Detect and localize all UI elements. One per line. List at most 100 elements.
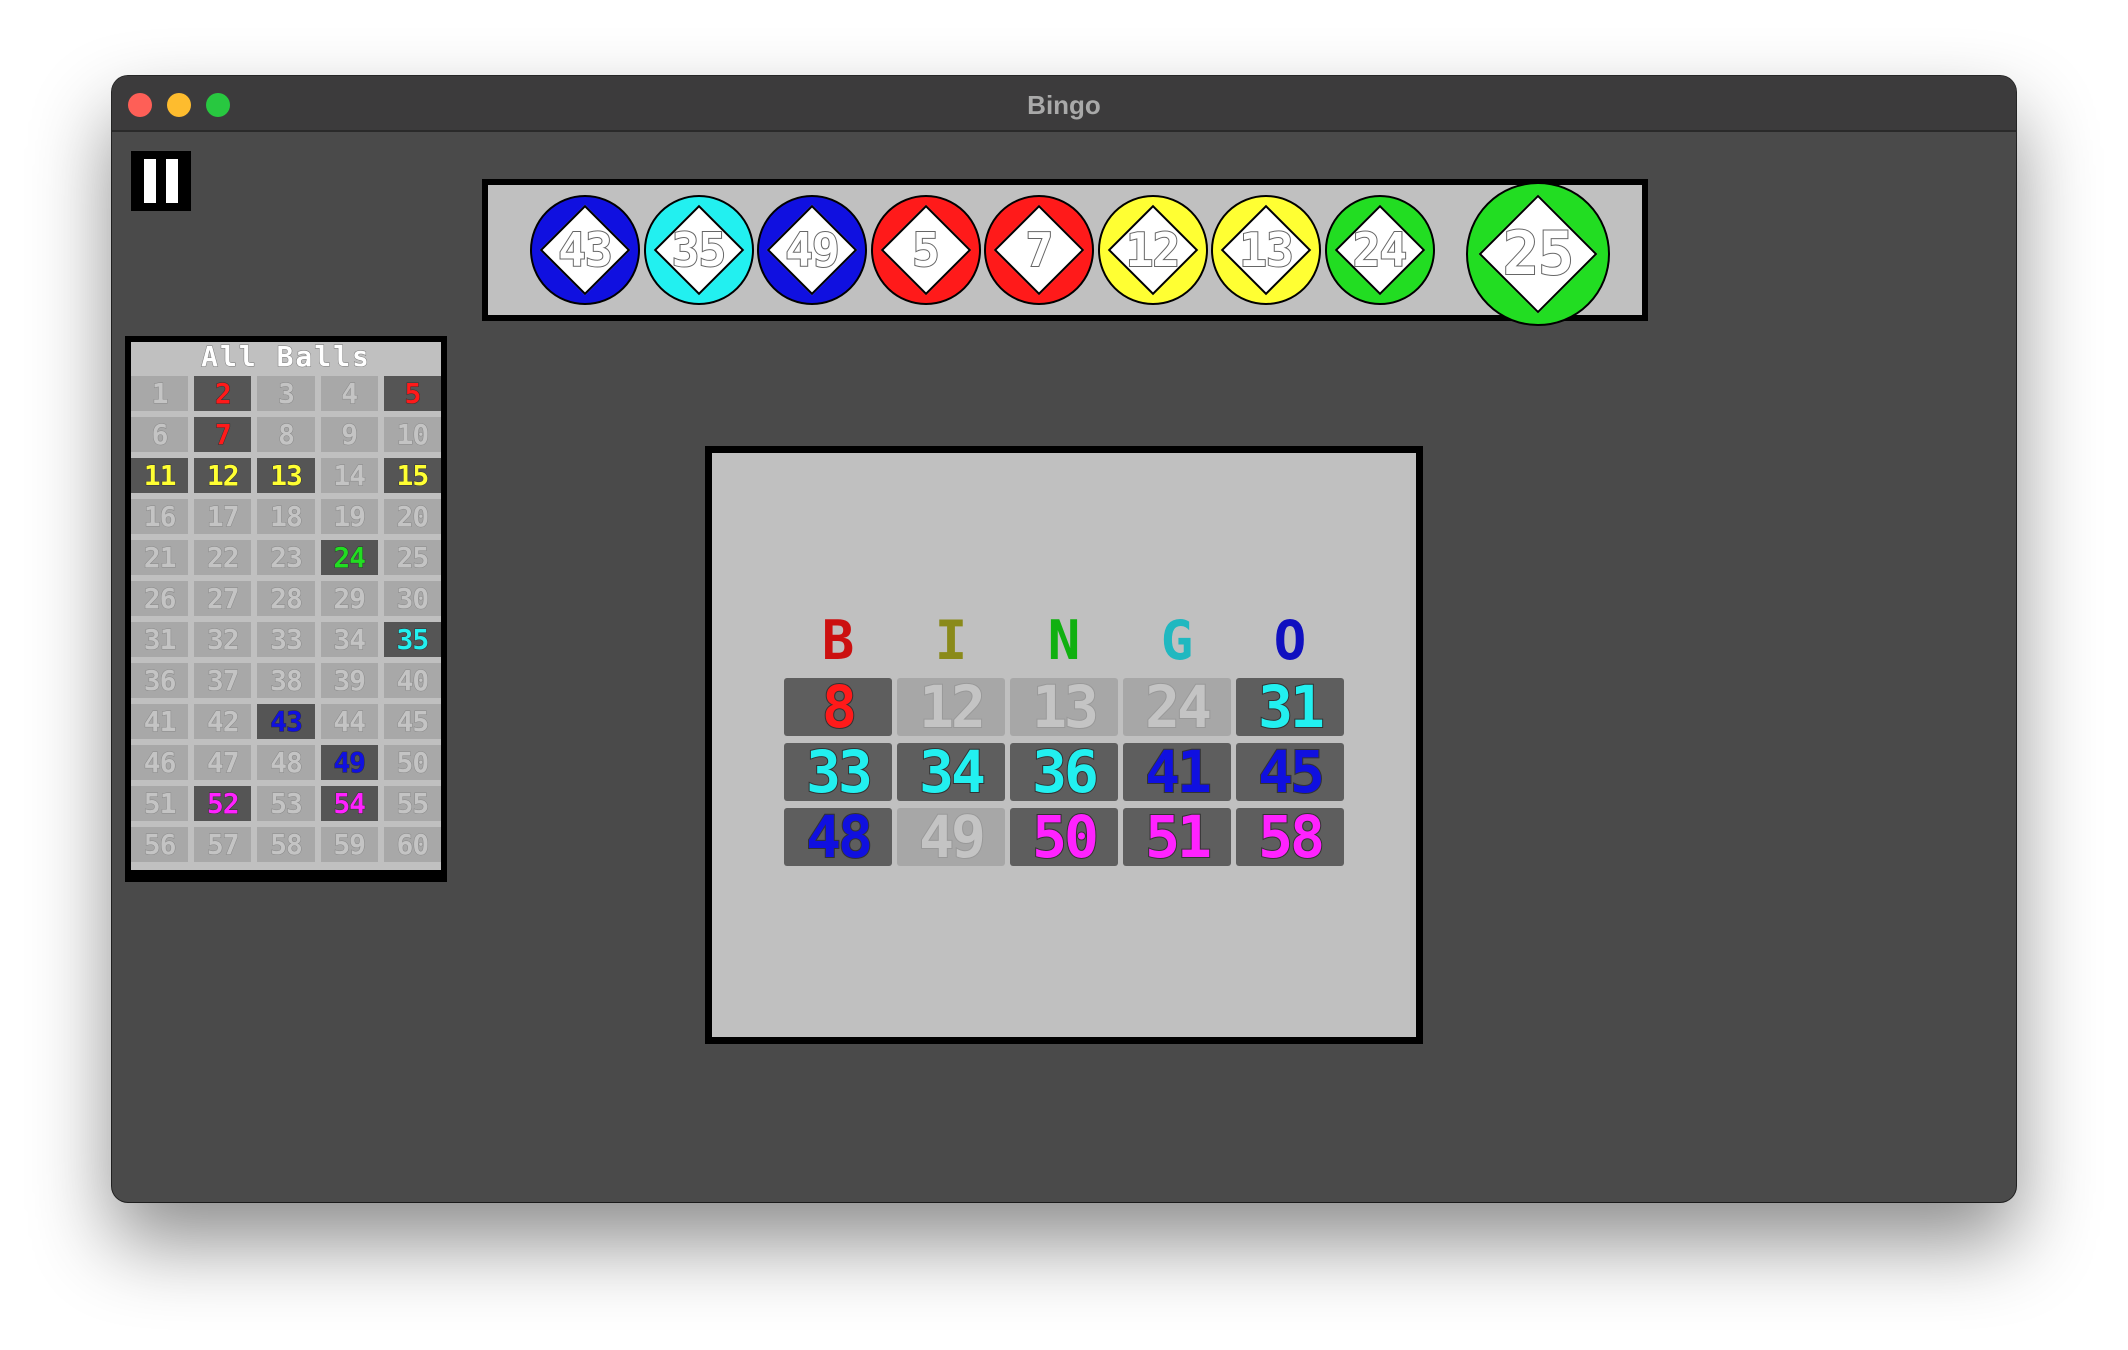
recent-ball: 7 [984, 195, 1094, 305]
card-cell[interactable]: 33 [784, 737, 892, 807]
all-balls-cell: 49 [320, 745, 378, 780]
game-area: 43 35 49 5 7 12 13 24 25 All Balls 1 2 3 4 5 6 7 8 9 10 11… [112, 134, 2016, 1202]
bingo-card-grid: 8 12 13 24 31 33 34 36 41 45 48 49 50 51 58 [784, 672, 1346, 872]
card-cell[interactable]: 45 [1236, 737, 1344, 807]
all-balls-cell: 55 [383, 786, 441, 821]
all-balls-cell: 14 [320, 458, 378, 493]
all-balls-cell: 9 [320, 417, 378, 452]
bingo-card: BINGO 8 12 13 24 31 33 34 36 41 45 48 49 50 51 58 [705, 446, 1423, 1044]
card-cell[interactable]: 51 [1123, 802, 1231, 872]
recent-balls-tray: 43 35 49 5 7 12 13 24 25 [482, 179, 1648, 326]
window-title: Bingo [1027, 90, 1101, 120]
card-cell[interactable]: 8 [784, 672, 892, 742]
all-balls-cell: 59 [320, 827, 378, 862]
all-balls-cell: 15 [383, 458, 441, 493]
recent-ball: 13 [1211, 195, 1321, 305]
all-balls-cell: 35 [383, 622, 441, 657]
all-balls-cell: 11 [131, 458, 189, 493]
all-balls-cell: 4 [320, 376, 378, 411]
card-cell[interactable]: 24 [1123, 672, 1231, 742]
all-balls-cell: 54 [320, 786, 378, 821]
all-balls-cell: 23 [257, 540, 315, 575]
bingo-header: BINGO [784, 613, 1346, 669]
all-balls-cell: 22 [194, 540, 252, 575]
card-cell[interactable]: 48 [784, 802, 892, 872]
all-balls-cell: 12 [194, 458, 252, 493]
all-balls-cell: 41 [131, 704, 189, 739]
card-cell[interactable]: 31 [1236, 672, 1344, 742]
card-cell[interactable]: 12 [897, 672, 1005, 742]
card-cell[interactable]: 49 [897, 802, 1005, 872]
recent-ball: 5 [870, 195, 981, 305]
all-balls-cell: 40 [383, 663, 441, 698]
all-balls-cell: 56 [131, 827, 189, 862]
all-balls-cell: 32 [194, 622, 252, 657]
header-letter-n: N [1047, 609, 1081, 672]
pause-button[interactable] [131, 151, 191, 211]
all-balls-cell: 52 [194, 786, 252, 821]
all-balls-cell: 1 [131, 376, 189, 411]
ball-number: 5 [911, 222, 941, 278]
all-balls-cell: 20 [383, 499, 441, 534]
all-balls-cell: 25 [383, 540, 441, 575]
ball-number: 35 [671, 222, 727, 278]
all-balls-cell: 13 [257, 458, 315, 493]
all-balls-cell: 33 [257, 622, 315, 657]
all-balls-cell: 58 [257, 827, 315, 862]
all-balls-cell: 36 [131, 663, 189, 698]
all-balls-cell: 48 [257, 745, 315, 780]
all-balls-cell: 39 [320, 663, 378, 698]
header-letter-o: O [1273, 609, 1307, 672]
ball-number: 25 [1502, 218, 1575, 290]
all-balls-cell: 47 [194, 745, 252, 780]
all-balls-cell: 6 [131, 417, 189, 452]
all-balls-cell: 5 [383, 376, 441, 411]
all-balls-cell: 30 [383, 581, 441, 616]
all-balls-cell: 45 [383, 704, 441, 739]
all-balls-cell: 34 [320, 622, 378, 657]
ball-number: 24 [1352, 222, 1408, 278]
all-balls-cell: 3 [257, 376, 315, 411]
all-balls-cell: 10 [383, 417, 441, 452]
card-cell[interactable]: 50 [1010, 802, 1118, 872]
current-ball: 25 [1466, 182, 1610, 326]
header-letter-i: I [934, 609, 968, 672]
all-balls-cell: 8 [257, 417, 315, 452]
card-cell[interactable]: 36 [1010, 737, 1118, 807]
all-balls-cell: 28 [257, 581, 315, 616]
all-balls-cell: 21 [131, 540, 189, 575]
all-balls-cell: 51 [131, 786, 189, 821]
card-cell[interactable]: 13 [1010, 672, 1118, 742]
all-balls-cell: 38 [257, 663, 315, 698]
all-balls-cell: 42 [194, 704, 252, 739]
ball-number: 49 [784, 222, 840, 278]
all-balls-panel: All Balls 1 2 3 4 5 6 7 8 9 10 11 12 13 14 15 16 17 18 19 2… [125, 336, 447, 882]
all-balls-cell: 24 [320, 540, 378, 575]
card-cell[interactable]: 34 [897, 737, 1005, 807]
all-balls-cell: 18 [257, 499, 315, 534]
all-balls-cell: 37 [194, 663, 252, 698]
all-balls-cell: 2 [194, 376, 252, 411]
all-balls-cell: 27 [194, 581, 252, 616]
recent-ball: 49 [757, 195, 867, 305]
header-letter-b: B [821, 609, 855, 672]
all-balls-cell: 19 [320, 499, 378, 534]
recent-ball: 12 [1097, 195, 1208, 305]
ball-number: 7 [1025, 222, 1055, 278]
all-balls-cell: 29 [320, 581, 378, 616]
all-balls-cell: 31 [131, 622, 189, 657]
all-balls-cell: 53 [257, 786, 315, 821]
header-letter-g: G [1160, 609, 1194, 672]
all-balls-cell: 50 [383, 745, 441, 780]
card-cell[interactable]: 58 [1236, 802, 1344, 872]
ball-number: 12 [1125, 222, 1181, 278]
card-cell[interactable]: 41 [1123, 737, 1231, 807]
all-balls-cell: 60 [383, 827, 441, 862]
all-balls-cell: 26 [131, 581, 189, 616]
bingo-window: Bingo 43 35 49 5 7 12 13 24 25 All Balls 1234567… [112, 76, 2016, 1202]
title-bar: Bingo [112, 76, 2016, 132]
all-balls-cell: 57 [194, 827, 252, 862]
recent-ball: 43 [530, 195, 640, 305]
ball-number: 13 [1238, 222, 1294, 278]
all-balls-cell: 43 [257, 704, 315, 739]
